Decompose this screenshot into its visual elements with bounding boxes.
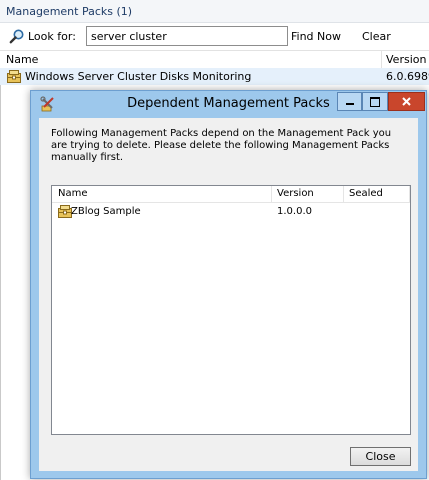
management-packs-header: Management Packs (1) [0,0,429,23]
minimize-icon [346,103,354,105]
row-version: 6.0.6989.0 [386,70,429,83]
column-divider[interactable] [381,51,382,68]
table-row[interactable]: Windows Server Cluster Disks Monitoring … [0,68,429,85]
dialog-body: Following Management Packs depend on the… [39,118,418,471]
column-version[interactable]: Version [386,53,426,66]
dialog-titlebar[interactable]: Dependent Management Packs [31,91,426,117]
column-version[interactable]: Version [277,188,314,199]
search-input[interactable] [86,26,288,46]
row-name: Windows Server Cluster Disks Monitoring [25,70,252,83]
tools-icon [40,96,54,112]
column-sealed[interactable]: Sealed [349,188,383,199]
find-now-button[interactable]: Find Now [291,30,341,43]
pane-title: Management Packs (1) [6,5,133,18]
search-bar: Look for: Find Now Clear [0,23,429,49]
list-column-header: Name Version Sealed [52,186,410,203]
row-version: 1.0.0.0 [277,206,312,217]
maximize-button[interactable] [362,92,388,111]
close-button[interactable]: Close [350,447,411,466]
maximize-icon [370,97,380,107]
management-pack-icon [58,205,72,218]
dependent-management-packs-dialog: Dependent Management Packs Following Man… [30,90,427,479]
look-for-label: Look for: [28,30,76,43]
column-name[interactable]: Name [58,188,88,199]
minimize-button[interactable] [337,92,362,111]
pane-border [0,85,1,480]
magnifier-icon [9,29,24,44]
column-divider[interactable] [409,186,410,202]
column-name[interactable]: Name [6,53,38,66]
dialog-message: Following Management Packs depend on the… [51,128,392,163]
close-window-button[interactable] [388,92,425,111]
results-column-header: Name Version [0,50,429,69]
list-item[interactable]: ZBlog Sample 1.0.0.0 [52,204,410,220]
column-divider[interactable] [271,186,272,202]
close-x-icon [402,97,411,106]
management-pack-icon [7,70,21,83]
column-divider[interactable] [343,186,344,202]
dependent-packs-list[interactable]: Name Version Sealed ZBlog Sample 1.0.0.0 [51,185,411,435]
row-name: ZBlog Sample [71,206,141,217]
clear-button[interactable]: Clear [362,30,391,43]
